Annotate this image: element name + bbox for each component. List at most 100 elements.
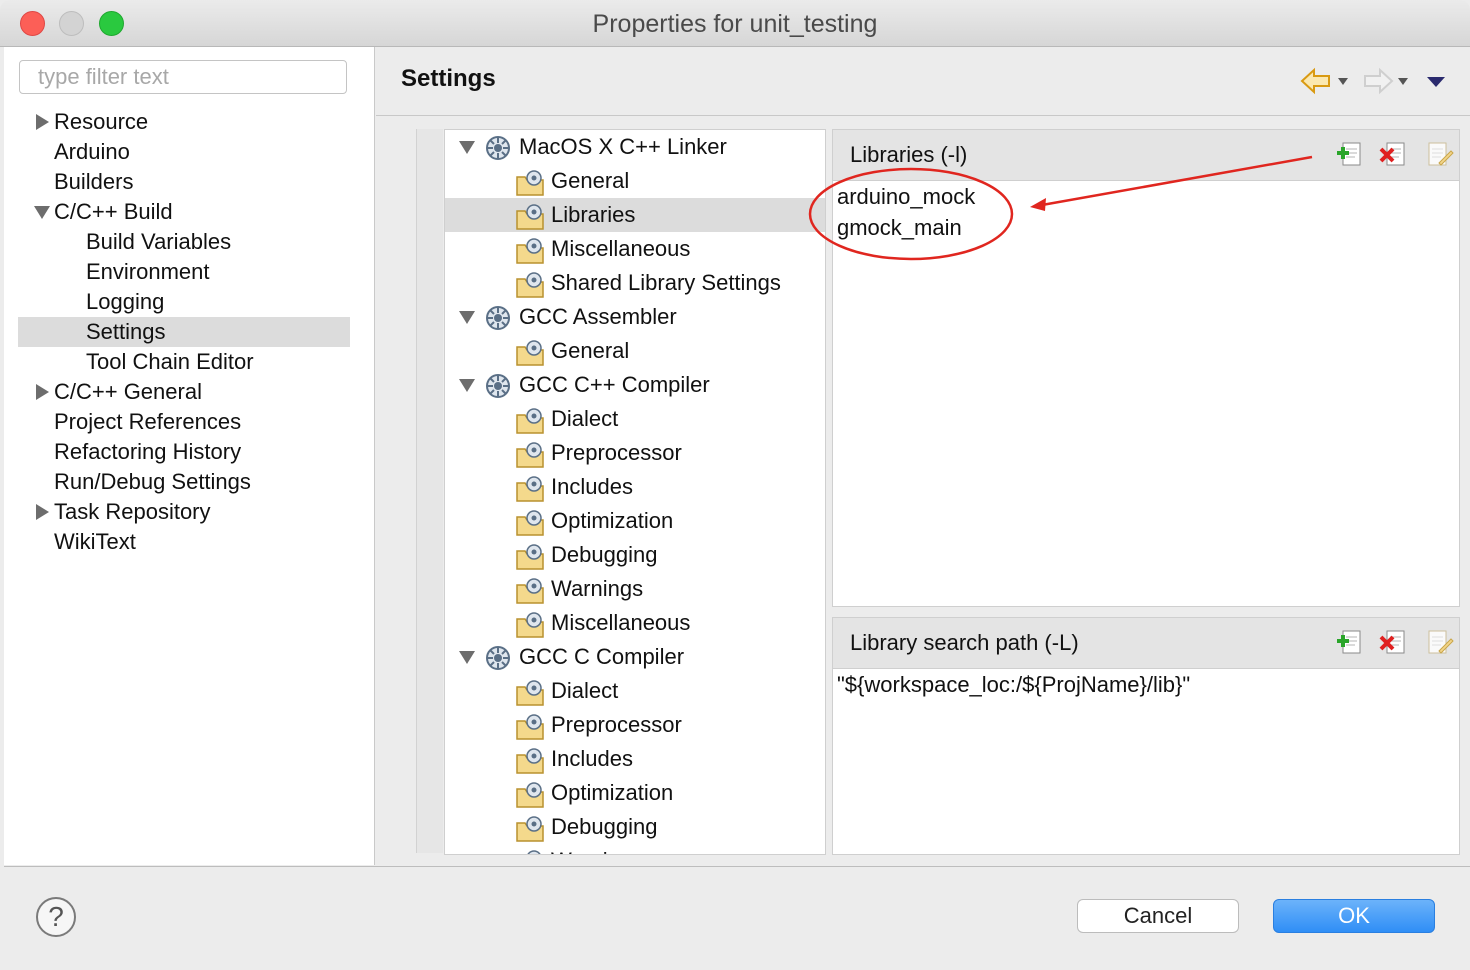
tree-node-label: General <box>551 168 630 193</box>
tree-tool-node[interactable]: MacOS X C++ Linker <box>445 130 825 164</box>
page-title: Settings <box>401 65 496 92</box>
tree-option-node[interactable]: Miscellaneous <box>445 606 825 640</box>
cancel-button[interactable]: Cancel <box>1077 899 1239 933</box>
tree-option-node[interactable]: Miscellaneous <box>445 232 825 266</box>
tree-option-node[interactable]: Warnings <box>445 572 825 606</box>
nav-item[interactable]: Resource <box>4 107 374 137</box>
page-header: Settings <box>376 47 1470 116</box>
nav-item[interactable]: Task Repository <box>4 497 374 527</box>
nav-item[interactable]: Build Variables <box>4 227 374 257</box>
tree-node-label: Warnings <box>551 844 643 854</box>
tree-node-label: Dialect <box>551 406 619 431</box>
tree-node-label: Dialect <box>551 678 619 703</box>
tree-node-label: Miscellaneous <box>551 610 691 635</box>
tree-node-label: Optimization <box>551 508 674 533</box>
tool-settings-tree[interactable]: MacOS X C++ Linker General Libraries Miscel… <box>444 129 826 855</box>
add-icon[interactable] <box>1335 139 1365 169</box>
tree-option-node[interactable]: General <box>445 334 825 368</box>
forward-arrow-icon[interactable] <box>1362 67 1394 95</box>
tree-node-label: Optimization <box>551 780 674 805</box>
edit-icon[interactable] <box>1425 627 1455 657</box>
expand-right-icon[interactable] <box>36 384 49 400</box>
expand-right-icon[interactable] <box>36 114 49 130</box>
tree-node-label: GCC C Compiler <box>519 644 685 669</box>
nav-item-label: C/C++ General <box>54 379 202 404</box>
nav-item[interactable]: Tool Chain Editor <box>4 347 374 377</box>
tree-option-node[interactable]: Debugging <box>445 810 825 844</box>
nav-item-label: Arduino <box>54 139 130 164</box>
libraries-list[interactable]: arduino_mock gmock_main <box>833 181 1459 243</box>
title-bar: Properties for unit_testing <box>0 0 1470 47</box>
tree-node-label: General <box>551 338 630 363</box>
nav-item[interactable]: C/C++ Build <box>4 197 374 227</box>
tree-node-label: Libraries <box>551 202 636 227</box>
help-icon[interactable]: ? <box>36 897 76 937</box>
tree-option-node[interactable]: Warnings <box>445 844 825 854</box>
nav-item-label: Logging <box>86 289 165 314</box>
nav-item[interactable]: WikiText <box>4 527 374 557</box>
delete-icon[interactable] <box>1379 139 1409 169</box>
nav-item[interactable]: Logging <box>4 287 374 317</box>
expand-down-icon[interactable] <box>459 651 475 664</box>
nav-item[interactable]: C/C++ General <box>4 377 374 407</box>
tree-option-node[interactable]: Libraries <box>445 198 825 232</box>
expand-down-icon[interactable] <box>459 141 475 154</box>
library-search-path-title: Library search path (-L) <box>850 630 1079 655</box>
tree-gutter <box>416 129 443 853</box>
tree-node-label: Shared Library Settings <box>551 270 781 295</box>
nav-item-label: Build Variables <box>86 229 232 254</box>
window-title: Properties for unit_testing <box>592 10 878 38</box>
expand-down-icon[interactable] <box>459 311 475 324</box>
tree-node-label: GCC C++ Compiler <box>519 372 710 397</box>
nav-item-label: Run/Debug Settings <box>54 469 251 494</box>
library-search-path-group: Library search path (-L) "${workspace_lo… <box>832 617 1460 855</box>
filter-input[interactable] <box>19 60 347 94</box>
tree-node-label: Debugging <box>551 542 658 567</box>
expand-down-icon[interactable] <box>459 379 475 392</box>
library-search-path-list[interactable]: "${workspace_loc:/${ProjName}/lib}" <box>833 669 1459 700</box>
nav-item[interactable]: Settings <box>18 317 350 347</box>
add-icon[interactable] <box>1335 627 1365 657</box>
tree-option-node[interactable]: Preprocessor <box>445 708 825 742</box>
nav-item[interactable]: Refactoring History <box>4 437 374 467</box>
tree-tool-node[interactable]: GCC C++ Compiler <box>445 368 825 402</box>
tree-option-node[interactable]: Dialect <box>445 674 825 708</box>
edit-icon[interactable] <box>1425 139 1455 169</box>
tree-option-node[interactable]: Dialect <box>445 402 825 436</box>
property-page-list: Resource Arduino Builders C/C++ Build Build … <box>4 107 374 557</box>
tree-tool-node[interactable]: GCC Assembler <box>445 300 825 334</box>
library-search-path-header: Library search path (-L) <box>833 618 1459 669</box>
search-path-item[interactable]: "${workspace_loc:/${ProjName}/lib}" <box>833 669 1459 700</box>
ok-button[interactable]: OK <box>1273 899 1435 933</box>
view-menu-icon[interactable] <box>1426 75 1446 89</box>
nav-item[interactable]: Run/Debug Settings <box>4 467 374 497</box>
nav-item-label: Project References <box>54 409 242 434</box>
delete-icon[interactable] <box>1379 627 1409 657</box>
nav-item-label: Tool Chain Editor <box>86 349 254 374</box>
back-arrow-icon[interactable] <box>1300 67 1332 95</box>
tree-option-node[interactable]: Includes <box>445 470 825 504</box>
tree-option-node[interactable]: General <box>445 164 825 198</box>
expand-right-icon[interactable] <box>36 504 49 520</box>
back-history-chevron-down-icon[interactable] <box>1338 78 1348 85</box>
dialog-footer: ? Cancel OK <box>4 866 1470 970</box>
option-folder-icon <box>515 849 547 854</box>
tree-option-node[interactable]: Shared Library Settings <box>445 266 825 300</box>
tree-option-node[interactable]: Includes <box>445 742 825 776</box>
forward-history-chevron-down-icon[interactable] <box>1398 78 1408 85</box>
tree-option-node[interactable]: Optimization <box>445 776 825 810</box>
nav-item[interactable]: Environment <box>4 257 374 287</box>
tree-option-node[interactable]: Debugging <box>445 538 825 572</box>
tree-tool-node[interactable]: GCC C Compiler <box>445 640 825 674</box>
nav-item[interactable]: Project References <box>4 407 374 437</box>
settings-page: Settings MacOS X C++ Linker General Librar… <box>376 47 1470 865</box>
nav-item[interactable]: Builders <box>4 167 374 197</box>
nav-item-label: C/C++ Build <box>54 199 173 224</box>
library-item[interactable]: gmock_main <box>833 212 1459 243</box>
tree-option-node[interactable]: Preprocessor <box>445 436 825 470</box>
library-item[interactable]: arduino_mock <box>833 181 1459 212</box>
libraries-header: Libraries (-l) <box>833 130 1459 181</box>
expand-down-icon[interactable] <box>34 206 50 219</box>
nav-item[interactable]: Arduino <box>4 137 374 167</box>
tree-option-node[interactable]: Optimization <box>445 504 825 538</box>
